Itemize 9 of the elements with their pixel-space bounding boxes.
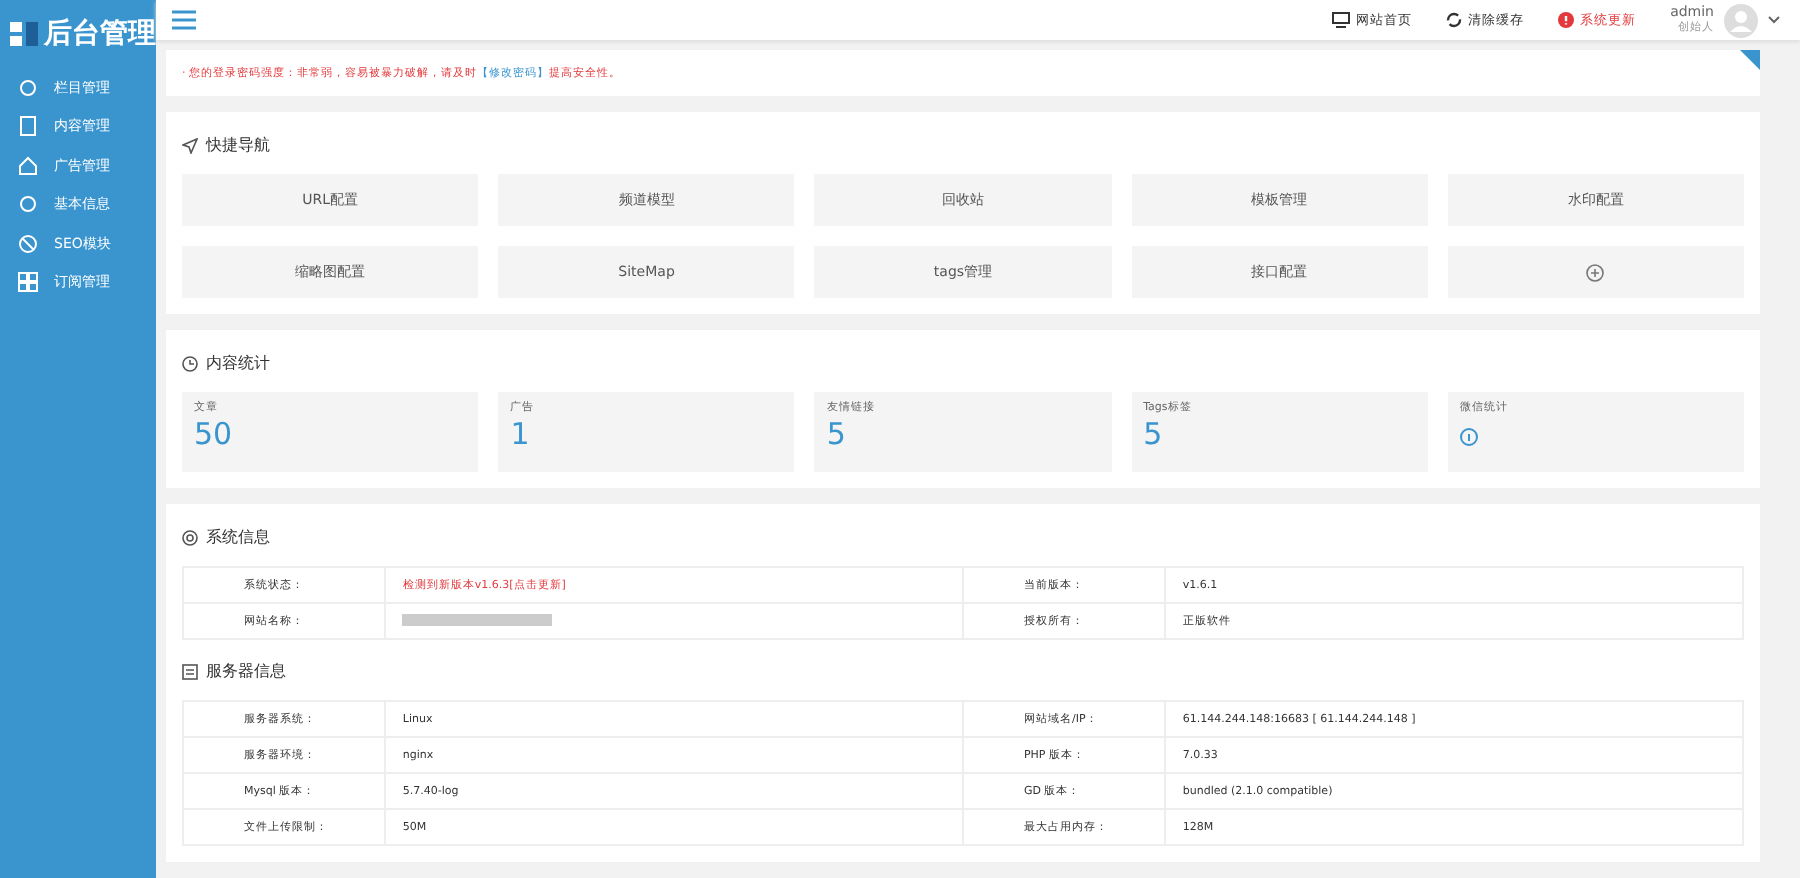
stat-value: 5 xyxy=(826,420,848,450)
section-title: 服务器信息 xyxy=(206,660,286,682)
logo-text: 后台管理 xyxy=(44,16,156,52)
stat-value: 50 xyxy=(194,420,235,450)
stat-value: 1 xyxy=(510,420,532,450)
section-title: 快捷导航 xyxy=(206,134,270,156)
section-title: 系统信息 xyxy=(206,526,270,548)
stat-value: 5 xyxy=(1143,420,1165,450)
section-title: 内容统计 xyxy=(206,352,270,374)
